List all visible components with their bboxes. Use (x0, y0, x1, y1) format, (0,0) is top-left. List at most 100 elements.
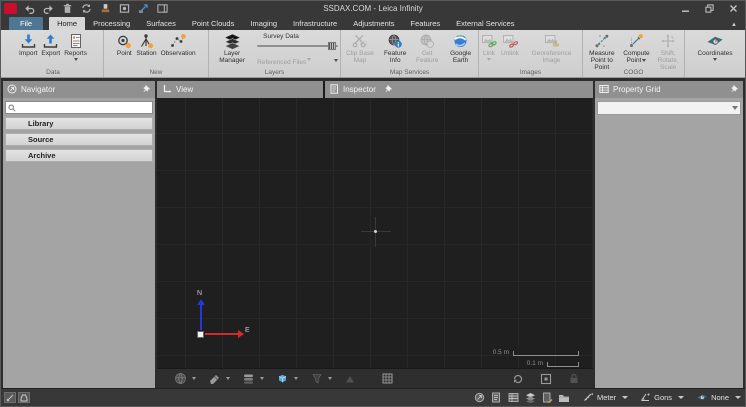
measure-point-to-point-button[interactable]: Measure Point to Point (583, 32, 621, 71)
quick-access-toolbar (1, 3, 169, 15)
coordinate-system-control[interactable]: None (696, 392, 741, 404)
layer-opacity-slider[interactable] (257, 42, 338, 50)
layer-options-dropdown-icon[interactable] (334, 59, 338, 62)
import-button[interactable]: Import (17, 32, 39, 57)
compute-point-dropdown-icon[interactable] (642, 59, 646, 62)
coordinates-dropdown-icon[interactable] (713, 58, 717, 61)
google-earth-icon (452, 32, 469, 50)
tray-icon[interactable] (18, 392, 30, 403)
restore-button[interactable] (703, 4, 715, 14)
window-layout-icon[interactable] (156, 3, 169, 15)
tab-file[interactable]: File (9, 17, 43, 30)
tab-infrastructure[interactable]: Infrastructure (285, 17, 345, 30)
zoom-extents-icon[interactable] (539, 372, 553, 386)
tab-external-services[interactable]: External Services (448, 17, 522, 30)
new-point-button[interactable]: Point (114, 32, 134, 57)
redo-icon[interactable] (42, 3, 55, 15)
ribbon-group-label-new: New (104, 69, 208, 76)
tab-view[interactable]: View (157, 81, 323, 98)
ribbon-collapse-icon[interactable]: ▲ (731, 22, 737, 28)
folder-status-icon[interactable] (558, 391, 571, 404)
view-3d-dropdown-icon[interactable] (294, 377, 298, 380)
status-bar: Meter Gons None (1, 388, 745, 406)
property-grid-status-icon[interactable] (507, 391, 520, 404)
angle-unit-value: Gons (654, 393, 672, 402)
background-map-icon[interactable] (173, 372, 187, 386)
export-icon (42, 32, 59, 50)
east-axis-arrow (238, 330, 244, 338)
refresh-view-icon[interactable] (511, 372, 525, 386)
archive-icon[interactable] (118, 3, 131, 15)
ribbon-tab-bar: File Home Processing Surfaces Point Clou… (1, 16, 745, 30)
google-earth-button[interactable]: Google Earth (443, 32, 478, 64)
search-input[interactable] (18, 102, 150, 113)
filter-dropdown-icon[interactable] (328, 377, 332, 380)
coordinates-button[interactable]: Coordinates (695, 32, 734, 61)
view-tab-title: View (176, 85, 193, 94)
property-object-selector[interactable] (597, 101, 741, 115)
inspector-pin-icon[interactable] (384, 84, 393, 95)
scale-bar-minor (547, 362, 579, 367)
inspector-status-icon[interactable] (490, 391, 503, 404)
compute-point-button[interactable]: Compute Point (621, 32, 653, 64)
tab-home[interactable]: Home (49, 17, 85, 30)
grid-toggle-icon[interactable] (380, 372, 394, 386)
tab-surfaces[interactable]: Surfaces (138, 17, 184, 30)
ribbon-group-label-data: Data (3, 69, 103, 76)
tab-inspector[interactable]: Inspector (325, 81, 593, 98)
property-grid-panel: Property Grid (595, 81, 743, 388)
map-canvas[interactable]: N E 0.5 m 0.1 m (157, 98, 593, 368)
sidebar-item-source[interactable]: Source (5, 133, 153, 146)
publish-icon[interactable] (137, 3, 150, 15)
tab-imaging[interactable]: Imaging (242, 17, 285, 30)
diagonal-pen-icon[interactable] (4, 392, 16, 403)
delete-icon[interactable] (61, 3, 74, 15)
background-map-dropdown-icon[interactable] (192, 377, 196, 380)
view-3d-cube-icon[interactable] (275, 372, 289, 386)
tab-point-clouds[interactable]: Point Clouds (184, 17, 243, 30)
tab-processing[interactable]: Processing (85, 17, 138, 30)
minimize-button[interactable] (679, 4, 691, 14)
stamp-tool-icon[interactable] (99, 3, 112, 15)
sidebar-item-library[interactable]: Library (5, 117, 153, 130)
ribbon-group-label-images: Images (479, 69, 582, 76)
property-grid-pin-icon[interactable] (730, 84, 739, 95)
navigator-header: Navigator (3, 81, 155, 98)
navigator-pin-icon[interactable] (142, 84, 151, 95)
slider-handle[interactable] (328, 42, 336, 50)
ribbon-group-images: Link Unlink Georeference Image Images (479, 30, 583, 77)
reports-dropdown-icon[interactable] (74, 58, 78, 61)
layers-status-icon[interactable] (524, 391, 537, 404)
close-button[interactable] (727, 4, 739, 14)
filter-icon[interactable] (309, 372, 323, 386)
selection-tool-icon[interactable] (207, 372, 221, 386)
coordinate-system-icon (696, 392, 708, 404)
reports-button[interactable]: Reports (62, 32, 89, 61)
export-button[interactable]: Export (39, 32, 62, 57)
tab-adjustments[interactable]: Adjustments (345, 17, 402, 30)
sync-icon[interactable] (80, 3, 93, 15)
selection-tool-dropdown-icon[interactable] (226, 377, 230, 380)
layer-manager-button[interactable]: Layer Manager (209, 32, 255, 64)
layers-stack-icon[interactable] (241, 372, 255, 386)
feature-info-button[interactable]: Feature Info (379, 32, 411, 64)
angle-unit-control[interactable]: Gons (640, 392, 684, 404)
undo-icon[interactable] (23, 3, 36, 15)
referenced-files-button[interactable]: Referenced Files (257, 51, 311, 69)
inspector-icon (330, 84, 339, 96)
new-station-button[interactable]: Station (134, 32, 158, 57)
ribbon: Import Export Reports Data Point (1, 30, 745, 78)
layers-stack-dropdown-icon[interactable] (260, 377, 264, 380)
layer-selector-widget: Survey Data Referenced Files (255, 32, 340, 69)
distance-unit-control[interactable]: Meter (583, 392, 628, 404)
navigator-search (5, 101, 153, 114)
navigator-status-icon[interactable] (473, 391, 486, 404)
new-observation-button[interactable]: Observation (159, 32, 198, 57)
get-feature-button: Get Feature (411, 32, 443, 64)
main-area: Navigator Library Source Archive View (1, 79, 745, 388)
shift-rotate-scale-icon (660, 32, 676, 50)
tab-features[interactable]: Features (403, 17, 449, 30)
sidebar-item-archive[interactable]: Archive (5, 149, 153, 162)
app-logo-icon[interactable] (4, 3, 17, 14)
report-status-icon[interactable] (541, 391, 554, 404)
